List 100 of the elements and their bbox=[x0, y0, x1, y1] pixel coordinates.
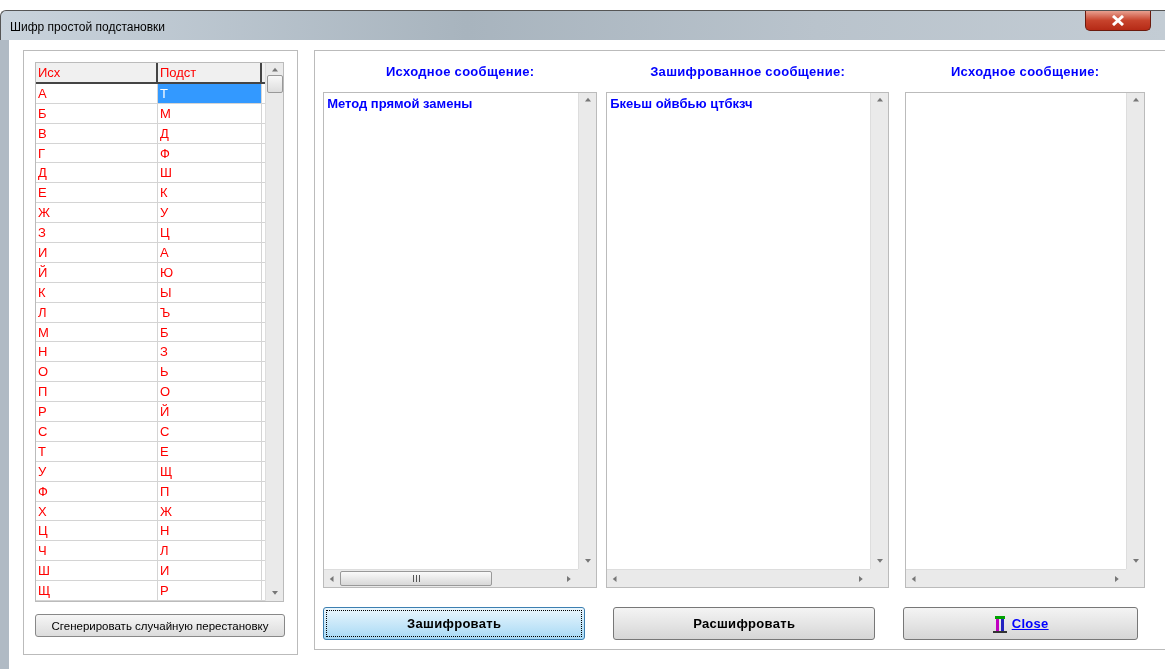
scrollbar-thumb[interactable] bbox=[340, 571, 493, 586]
close-button[interactable]: Close bbox=[903, 607, 1139, 640]
scrollbar-thumb[interactable] bbox=[266, 75, 283, 93]
scroll-up-arrow-icon[interactable] bbox=[270, 67, 279, 73]
window-title: Шифр простой подстановки bbox=[10, 19, 167, 34]
table-row[interactable]: Ф П bbox=[36, 481, 265, 502]
text-area[interactable]: Бкеьш ойвбью цтбкзч bbox=[606, 92, 890, 588]
table-cell: Б bbox=[158, 322, 262, 342]
grip-icon bbox=[411, 575, 421, 582]
message-text: Метод прямой замены bbox=[326, 95, 474, 113]
table-cell: Ж bbox=[158, 501, 262, 521]
table-cell: М bbox=[158, 103, 262, 123]
table-cell: Ж bbox=[36, 203, 158, 223]
table-cell: З bbox=[158, 342, 262, 362]
scroll-left-arrow-icon[interactable] bbox=[910, 575, 919, 582]
scroll-down-arrow-icon[interactable] bbox=[583, 559, 592, 565]
action-button[interactable]: Зашифровать bbox=[323, 607, 586, 640]
table-cell: Т bbox=[36, 441, 158, 461]
table-row[interactable]: Ж У bbox=[36, 203, 265, 224]
table-cell: Р bbox=[36, 402, 158, 422]
table-row[interactable]: Р Й bbox=[36, 402, 265, 423]
table-row[interactable]: К Ы bbox=[36, 282, 265, 303]
table-cell: К bbox=[36, 282, 158, 302]
scroll-left-arrow-icon[interactable] bbox=[328, 575, 337, 582]
scroll-down-arrow-icon[interactable] bbox=[270, 591, 279, 597]
table-cell: Й bbox=[36, 262, 158, 282]
table-cell: О bbox=[158, 382, 262, 402]
table-cell: Ш bbox=[158, 163, 262, 183]
table-cell: Л bbox=[36, 302, 158, 322]
table-row[interactable]: Л Ъ bbox=[36, 302, 265, 323]
table-cell: Щ bbox=[158, 461, 262, 481]
table-row[interactable]: З Ц bbox=[36, 223, 265, 243]
scroll-up-arrow-icon[interactable] bbox=[583, 97, 592, 103]
table-row[interactable]: Ч Л bbox=[36, 541, 265, 562]
horizontal-scrollbar[interactable] bbox=[906, 569, 1127, 587]
table-cell: И bbox=[158, 561, 262, 581]
table-cell: С bbox=[158, 422, 262, 441]
text-area[interactable]: Метод прямой замены bbox=[323, 92, 598, 588]
vertical-scrollbar[interactable] bbox=[265, 63, 283, 601]
table-row[interactable]: У Щ bbox=[36, 461, 265, 482]
table-cell: П bbox=[158, 481, 262, 501]
scroll-up-arrow-icon[interactable] bbox=[875, 97, 884, 103]
scroll-down-arrow-icon[interactable] bbox=[875, 559, 884, 565]
vertical-scrollbar[interactable] bbox=[870, 93, 889, 569]
column-header[interactable]: Подст bbox=[158, 63, 262, 82]
table-cell: Щ bbox=[36, 581, 158, 601]
action-button[interactable]: Расшифровать bbox=[613, 607, 876, 640]
table-cell: Й bbox=[158, 402, 262, 422]
table-row[interactable]: Н З bbox=[36, 342, 265, 363]
table-cell: Ц bbox=[158, 223, 262, 242]
table-row[interactable]: Д Ш bbox=[36, 163, 265, 184]
memo-label: Зашифрованное сообщение: bbox=[649, 63, 847, 81]
table-cell: Х bbox=[36, 501, 158, 521]
scroll-down-arrow-icon[interactable] bbox=[1131, 559, 1140, 565]
table-cell: Р bbox=[158, 581, 262, 601]
generate-button[interactable]: Сгенерировать случайную перестановку bbox=[35, 614, 285, 637]
table-row[interactable]: Б М bbox=[36, 103, 265, 124]
table-row[interactable]: А Т bbox=[36, 83, 265, 104]
memo-label: Исходное сообщение: bbox=[384, 63, 536, 81]
table-cell: Ш bbox=[36, 561, 158, 581]
table-cell: Г bbox=[36, 143, 158, 163]
table-row[interactable]: Ш И bbox=[36, 561, 265, 582]
table-row[interactable]: В Д bbox=[36, 123, 265, 144]
table-row[interactable]: Х Ж bbox=[36, 501, 265, 522]
table-cell: П bbox=[36, 382, 158, 402]
vertical-scrollbar[interactable] bbox=[578, 93, 597, 569]
horizontal-scrollbar[interactable] bbox=[607, 569, 871, 587]
table-row[interactable]: Т Е bbox=[36, 441, 265, 462]
table-row[interactable]: Е К bbox=[36, 183, 265, 204]
table-cell: М bbox=[36, 322, 158, 342]
table-cell: А bbox=[158, 243, 262, 262]
table-cell: Ъ bbox=[158, 302, 262, 322]
table-row[interactable]: М Б bbox=[36, 322, 265, 343]
vertical-scrollbar[interactable] bbox=[1126, 93, 1145, 569]
table-cell: Ч bbox=[36, 541, 158, 561]
table-cell: У bbox=[36, 461, 158, 481]
table-cell: У bbox=[158, 203, 262, 223]
table-cell: Б bbox=[36, 103, 158, 123]
close-icon[interactable] bbox=[1085, 11, 1151, 31]
table-cell: Ы bbox=[158, 282, 262, 302]
table-cell: Ю bbox=[158, 262, 262, 282]
table-row[interactable]: С С bbox=[36, 422, 265, 442]
table-cell: Ф bbox=[36, 481, 158, 501]
table-row[interactable]: О Ь bbox=[36, 362, 265, 383]
scroll-up-arrow-icon[interactable] bbox=[1131, 97, 1140, 103]
table-row[interactable]: П О bbox=[36, 382, 265, 403]
table-row[interactable]: Щ Р bbox=[36, 581, 265, 601]
table-row[interactable]: Ц Н bbox=[36, 521, 265, 542]
table-cell: Е bbox=[158, 441, 262, 461]
table-row[interactable]: И А bbox=[36, 243, 265, 263]
scroll-left-arrow-icon[interactable] bbox=[611, 575, 620, 582]
horizontal-scrollbar[interactable] bbox=[324, 569, 579, 587]
table-cell: Ф bbox=[158, 143, 262, 163]
table-cell: Ц bbox=[36, 521, 158, 541]
table-cell: Н bbox=[158, 521, 262, 541]
table-row[interactable]: Г Ф bbox=[36, 143, 265, 164]
table-row[interactable]: Й Ю bbox=[36, 262, 265, 283]
table-cell: Ь bbox=[158, 362, 262, 382]
column-header[interactable]: Исх bbox=[36, 63, 158, 82]
table-cell: Н bbox=[36, 342, 158, 362]
